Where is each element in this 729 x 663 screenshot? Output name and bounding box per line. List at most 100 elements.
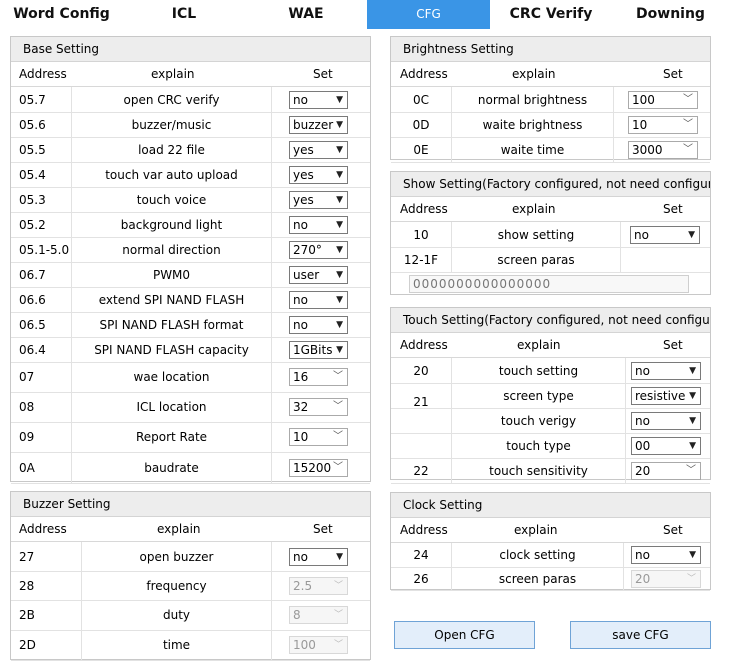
column-divider <box>613 137 614 162</box>
explain-cell: buzzer/music <box>131 117 212 132</box>
column-divider <box>271 312 272 337</box>
setting-dropdown[interactable]: no ▼ <box>289 548 348 566</box>
tab-cfg[interactable]: CFG <box>367 0 490 29</box>
setting-dropdown[interactable]: 15200 ﹀ <box>289 459 348 477</box>
setting-dropdown[interactable]: 100 ﹀ <box>628 91 698 109</box>
setting-dropdown[interactable]: yes ▼ <box>289 191 348 209</box>
setting-dropdown[interactable]: 16 ﹀ <box>289 368 348 386</box>
setting-dropdown[interactable]: 270° ▼ <box>289 241 348 259</box>
address-cell: 06.5 <box>19 317 46 332</box>
dropdown-value: no <box>293 318 308 332</box>
setting-dropdown[interactable]: user ▼ <box>289 266 348 284</box>
explain-header: explain <box>512 202 556 216</box>
tab-wae[interactable]: WAE <box>245 0 367 29</box>
open-cfg-button[interactable]: Open CFG <box>394 621 535 649</box>
dropdown-value: 15200 <box>293 461 332 475</box>
chevron-down-icon: ▼ <box>336 295 343 305</box>
column-divider <box>271 262 272 287</box>
column-divider <box>613 112 614 137</box>
dropdown-value: no <box>635 364 650 378</box>
explain-header: explain <box>512 67 556 81</box>
address-cell: 06.7 <box>19 267 46 282</box>
chevron-down-icon: ﹀ <box>683 119 693 130</box>
column-divider <box>271 137 272 162</box>
setting-dropdown[interactable]: no ▼ <box>631 412 701 430</box>
tab-word-config[interactable]: Word Config <box>0 0 123 29</box>
table-row: touch verigy no ▼ <box>391 408 710 434</box>
address-cell: 05.1-5.0 <box>19 242 70 257</box>
setting-dropdown[interactable]: 1GBits ▼ <box>289 341 348 359</box>
address-cell: 2B <box>19 608 35 622</box>
column-divider <box>271 452 272 483</box>
column-divider <box>613 87 614 112</box>
setting-dropdown[interactable]: 32 ﹀ <box>289 398 348 416</box>
address-cell: 05.5 <box>19 142 46 157</box>
table-row: 2B duty 8 ﹀ <box>11 600 370 631</box>
explain-cell: touch var auto upload <box>105 167 238 182</box>
table-row: 24 clock setting no ▼ <box>391 543 710 568</box>
screen-paras-field[interactable]: 0000000000000000 <box>409 275 689 293</box>
address-cell: 06.6 <box>19 292 46 307</box>
setting-dropdown[interactable]: yes ▼ <box>289 141 348 159</box>
setting-dropdown[interactable]: no ▼ <box>289 216 348 234</box>
column-divider <box>271 392 272 422</box>
dropdown-value: resistive <box>635 389 686 403</box>
chevron-down-icon: ﹀ <box>683 144 693 155</box>
explain-cell: clock setting <box>499 548 576 562</box>
setting-dropdown[interactable]: yes ▼ <box>289 166 348 184</box>
setting-dropdown[interactable]: no ▼ <box>631 546 701 564</box>
address-cell: 06.4 <box>19 342 46 357</box>
setting-dropdown[interactable]: resistive ▼ <box>631 387 701 405</box>
explain-cell: wae location <box>133 370 210 384</box>
explain-cell: open CRC verify <box>123 92 220 107</box>
explain-cell: waite time <box>500 142 565 157</box>
address-cell: 05.4 <box>19 167 46 182</box>
dropdown-value: 16 <box>293 370 309 384</box>
table-row: 0C normal brightness 100 ﹀ <box>391 87 710 113</box>
tab-downing[interactable]: Downing <box>612 0 729 29</box>
setting-dropdown[interactable]: no ▼ <box>630 226 700 244</box>
address-cell: 09 <box>19 430 35 444</box>
setting-dropdown[interactable]: 20 ﹀ <box>631 462 701 480</box>
table-row: 10 show setting no ▼ <box>391 222 710 248</box>
setting-dropdown[interactable]: no ▼ <box>289 91 348 109</box>
address-cell: 0C <box>412 92 429 107</box>
tab-icl[interactable]: ICL <box>123 0 245 29</box>
tab-crc-verify[interactable]: CRC Verify <box>490 0 612 29</box>
explain-cell: touch voice <box>136 192 207 207</box>
setting-dropdown: 8 ﹀ <box>289 606 348 624</box>
dropdown-value: no <box>635 414 650 428</box>
setting-dropdown[interactable]: buzzer ▼ <box>289 116 348 134</box>
address-cell: 22 <box>413 463 429 478</box>
setting-dropdown[interactable]: no ▼ <box>631 362 701 380</box>
address-header: Address <box>19 522 67 536</box>
explain-cell: load 22 file <box>138 142 205 157</box>
table-row: 28 frequency 2.5 ﹀ <box>11 571 370 601</box>
dropdown-value: no <box>293 93 308 107</box>
explain-cell: screen paras <box>497 252 575 267</box>
table-row: 0D waite brightness 10 ﹀ <box>391 112 710 138</box>
setting-dropdown[interactable]: 00 ▼ <box>631 437 701 455</box>
table-row: 09 Report Rate 10 ﹀ <box>11 422 370 453</box>
address-cell: 27 <box>19 549 35 564</box>
table-row: 06.5 SPI NAND FLASH format no ▼ <box>11 312 370 338</box>
chevron-down-icon: ﹀ <box>333 371 343 382</box>
address-cell: 0A <box>19 460 35 475</box>
explain-cell: frequency <box>146 578 207 593</box>
setting-dropdown[interactable]: no ▼ <box>289 316 348 334</box>
dropdown-value: yes <box>293 143 314 157</box>
column-divider <box>271 571 272 600</box>
explain-cell: touch verigy <box>500 413 577 428</box>
setting-dropdown[interactable]: no ▼ <box>289 291 348 309</box>
column-divider <box>625 358 626 383</box>
save-cfg-button[interactable]: save CFG <box>570 621 711 649</box>
setting-dropdown[interactable]: 10 ﹀ <box>628 116 698 134</box>
chevron-down-icon: ﹀ <box>333 431 343 442</box>
address-cell: 0D <box>412 117 430 132</box>
address-header: Address <box>400 202 448 216</box>
chevron-down-icon: ▼ <box>689 391 696 401</box>
address-cell <box>391 408 451 433</box>
setting-dropdown[interactable]: 10 ﹀ <box>289 428 348 446</box>
setting-dropdown[interactable]: 3000 ﹀ <box>628 141 698 159</box>
chevron-down-icon: ▼ <box>336 552 343 562</box>
